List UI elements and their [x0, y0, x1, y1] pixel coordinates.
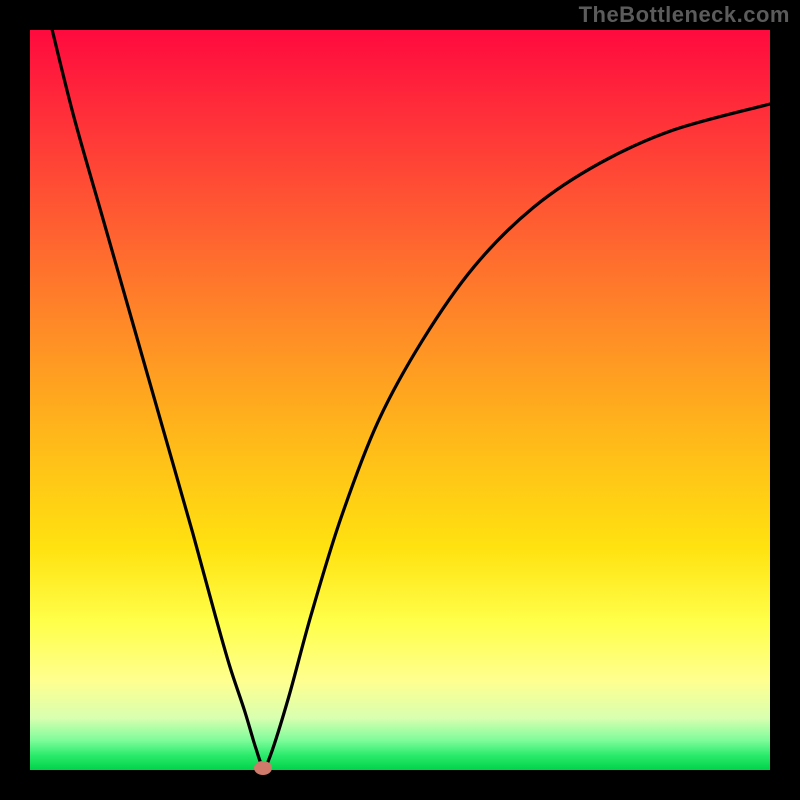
minimum-marker	[254, 761, 272, 775]
plot-area	[30, 30, 770, 770]
chart-stage: TheBottleneck.com	[0, 0, 800, 800]
watermark-text: TheBottleneck.com	[579, 2, 790, 28]
curve-layer	[30, 30, 770, 770]
bottleneck-curve	[52, 30, 770, 767]
